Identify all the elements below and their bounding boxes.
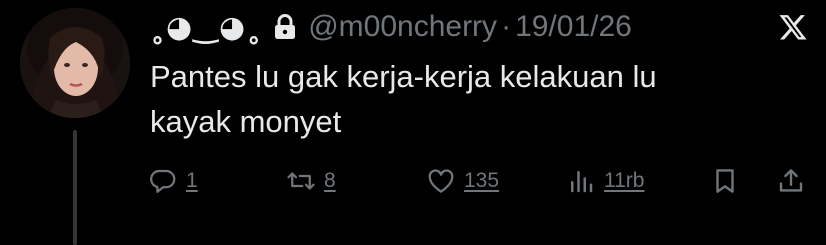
tweet-header: ˳◕‿◕˳ @m00ncherry · 19/01/26 [150,8,632,46]
views-count: 11rb [604,169,645,192]
avatar-image [20,8,130,118]
retweet-count: 8 [324,169,336,192]
bookmark-icon [710,166,740,196]
display-name[interactable]: ˳◕‿◕˳ [150,10,262,45]
separator-dot: · [501,10,512,43]
views-button[interactable]: 11rb [566,163,644,199]
retweet-button[interactable]: 8 [286,163,336,199]
reply-icon [148,166,178,196]
share-button[interactable] [776,163,806,199]
avatar[interactable] [20,8,130,118]
reply-button[interactable]: 1 [148,163,198,199]
x-logo-icon [778,12,808,42]
lock-icon [274,14,296,40]
heart-icon [426,166,456,196]
tweet-text-line: Pantes lu gak kerja-kerja kelakuan lu [150,59,657,94]
like-button[interactable]: 135 [426,163,499,199]
bookmark-button[interactable] [710,163,740,199]
reply-count: 1 [186,169,198,192]
tweet-date[interactable]: 19/01/26 [515,10,632,44]
tweet-text: Pantes lu gak kerja-kerja kelakuan lu ka… [150,54,790,144]
like-count: 135 [464,169,500,192]
user-handle[interactable]: @m00ncherry [308,10,497,44]
tweet-text-line: kayak monyet [150,104,342,139]
tweet-card[interactable]: ˳◕‿◕˳ @m00ncherry · 19/01/26 Pantes lu g… [0,0,826,245]
thread-line [73,130,77,245]
action-bar: 1 8 135 11rb [148,163,808,199]
views-chart-icon [566,166,596,196]
retweet-icon [286,166,316,196]
share-icon [776,166,806,196]
